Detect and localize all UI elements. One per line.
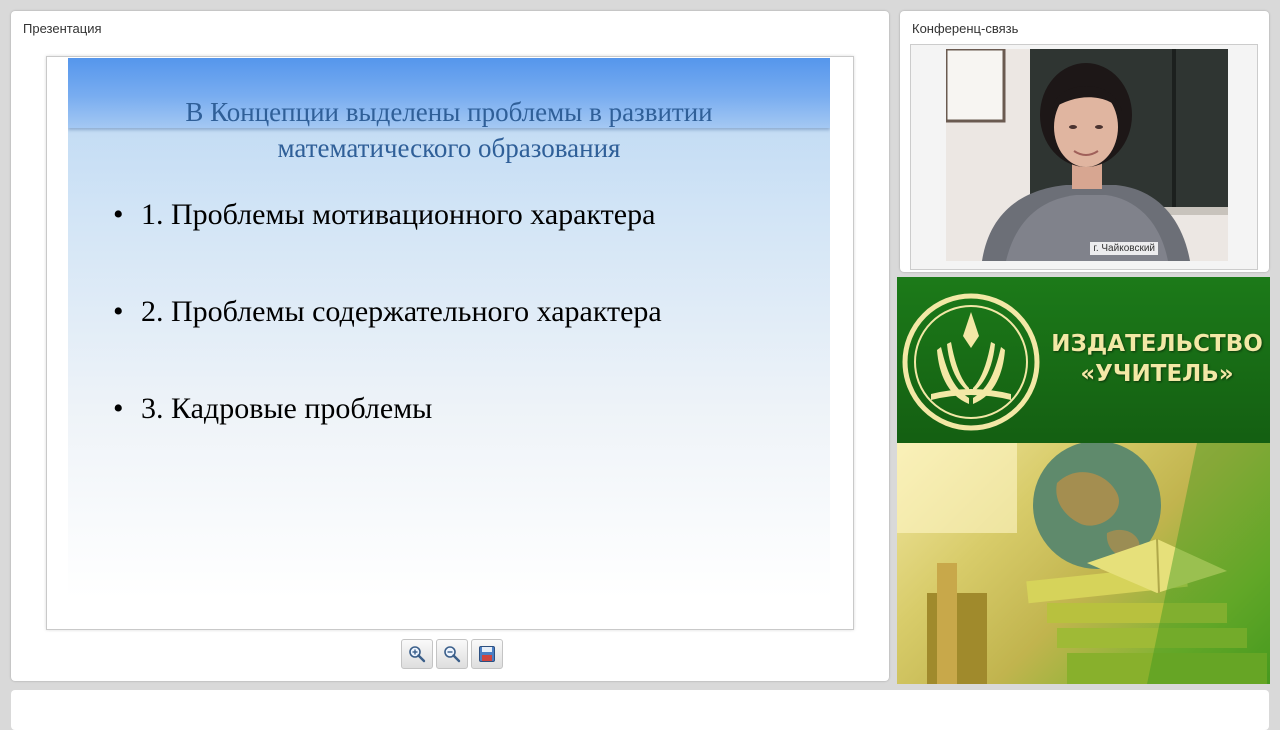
video-frame: г. Чайковский [910,44,1258,270]
slide-title-line1: В Концепции выделены проблемы в развитии [185,97,713,127]
slide-bullet-3: • 3. Кадровые проблемы [113,392,432,426]
video-location-caption: г. Чайковский [1090,242,1158,255]
publisher-name-line2: «УЧИТЕЛЬ» [1080,361,1234,387]
zoom-out-icon [444,646,461,663]
slide-title-line2: математического образования [277,133,621,163]
slide-bullet-text: 3. Кадровые проблемы [141,392,433,425]
publisher-name-line1: ИЗДАТЕЛЬСТВО [1051,331,1263,357]
slide-bullet-1: • 1. Проблемы мотивационного характера [113,198,655,232]
conference-panel: Конференц-связь г. Чайковский [900,11,1269,272]
speaker-video-image [946,49,1228,261]
save-button[interactable] [471,639,503,669]
save-icon [479,646,495,662]
slide: В Концепции выделены проблемы в развитии… [68,58,830,598]
publisher-books-image [897,443,1270,684]
publisher-header: ИЗДАТЕЛЬСТВО «УЧИТЕЛЬ» [897,277,1270,443]
presentation-panel: Презентация В Концепции выделены проблем… [11,11,889,681]
slide-title: В Концепции выделены проблемы в развитии… [68,94,830,166]
bullet-dot: • [113,295,124,328]
zoom-in-button[interactable] [401,639,433,669]
slide-frame: В Концепции выделены проблемы в развитии… [46,56,854,630]
bullet-dot: • [113,198,124,231]
slide-bullet-text: 2. Проблемы содержательного характера [141,295,662,328]
publisher-banner: ИЗДАТЕЛЬСТВО «УЧИТЕЛЬ» [897,277,1270,684]
slide-bullet-text: 1. Проблемы мотивационного характера [141,198,656,231]
books-and-globe-image [897,443,1270,684]
conference-panel-title: Конференц-связь [912,21,1019,36]
publisher-name: ИЗДАТЕЛЬСТВО «УЧИТЕЛЬ» [1047,329,1267,389]
presentation-panel-title: Презентация [23,21,102,36]
slide-bullet-2: • 2. Проблемы содержательного характера [113,295,662,329]
presentation-toolbar [401,639,503,669]
bullet-dot: • [113,392,124,425]
publisher-logo-icon [902,293,1040,431]
zoom-in-icon [409,646,426,663]
zoom-out-button[interactable] [436,639,468,669]
video-feed[interactable]: г. Чайковский [946,49,1228,261]
bottom-panel [11,690,1269,730]
